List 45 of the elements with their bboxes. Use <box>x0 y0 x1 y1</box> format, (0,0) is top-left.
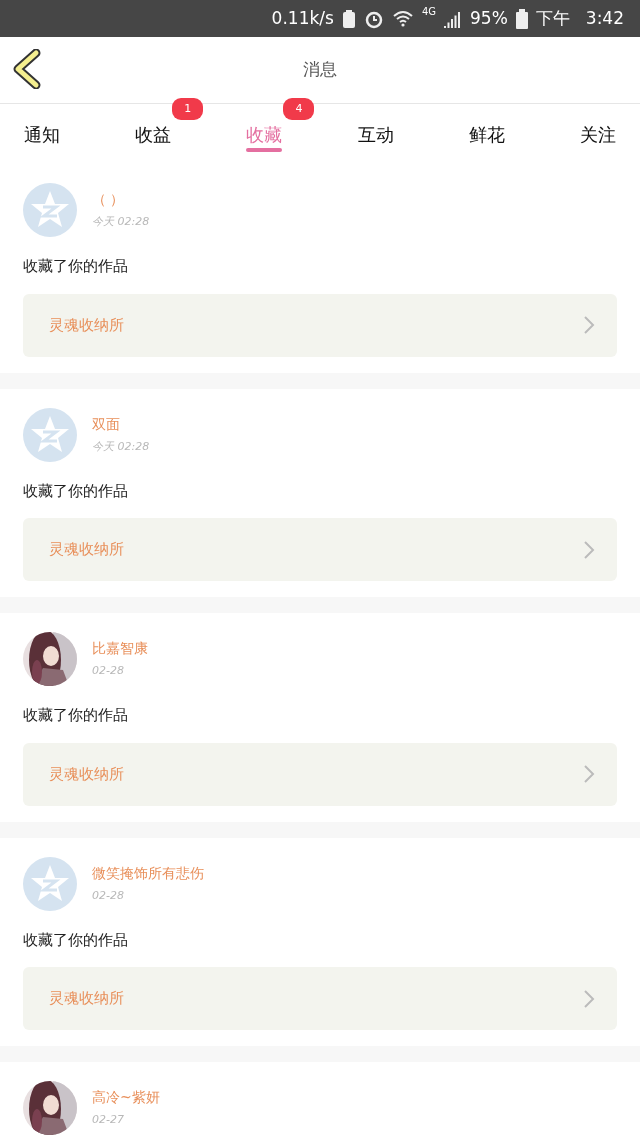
tab-badge: 4 <box>283 98 315 120</box>
tab-indicator <box>246 148 283 152</box>
tab[interactable]: 关注 <box>571 120 624 148</box>
user-name[interactable]: （ ） <box>92 189 150 211</box>
tab[interactable]: 收藏 <box>238 120 291 148</box>
default-avatar-icon <box>23 856 77 911</box>
message-time: 02-28 <box>92 887 125 904</box>
tab[interactable]: 通知 <box>16 120 68 148</box>
wifi-icon <box>391 9 414 28</box>
battery-saver-icon <box>341 8 356 29</box>
message-time: 今天 02:28 <box>92 214 150 231</box>
battery-level: 95% <box>470 6 508 30</box>
tab-badge: 1 <box>172 98 204 120</box>
message-text: 收藏了你的作品 <box>23 705 129 726</box>
user-name[interactable]: 比嘉智康 <box>92 638 148 660</box>
default-avatar-icon <box>23 183 77 237</box>
work-link[interactable]: 灵魂收纳所 <box>23 742 617 806</box>
clock: 3:42 <box>585 6 624 30</box>
time-period: 下午 <box>535 6 570 30</box>
user-name[interactable]: 双面 <box>92 413 150 435</box>
default-avatar-icon <box>23 407 77 462</box>
back-button[interactable] <box>12 49 42 89</box>
message-text: 收藏了你的作品 <box>23 929 129 951</box>
message-text: 收藏了你的作品 <box>23 256 129 277</box>
work-link[interactable]: 灵魂收纳所 <box>23 967 617 1030</box>
network-type: 4G <box>421 5 436 19</box>
page-title: 消息 <box>303 58 337 82</box>
work-link[interactable]: 灵魂收纳所 <box>23 518 617 581</box>
tab[interactable]: 鲜花 <box>460 120 513 148</box>
chevron-right-icon <box>583 539 595 560</box>
message-time: 02-28 <box>92 663 125 680</box>
chevron-right-icon <box>583 315 595 335</box>
signal-icon <box>444 9 462 28</box>
user-name[interactable]: 微笑掩饰所有悲伤 <box>92 862 204 884</box>
chevron-right-icon <box>583 988 595 1009</box>
message-text: 收藏了你的作品 <box>23 480 129 502</box>
message-time: 02-27 <box>92 1112 125 1129</box>
user-name[interactable]: 高冷~紫妍 <box>92 1087 160 1109</box>
chevron-right-icon <box>583 764 595 784</box>
network-speed: 0.11k/s <box>271 6 334 30</box>
battery-icon <box>515 8 528 29</box>
work-link[interactable]: 灵魂收纳所 <box>23 293 617 357</box>
tab[interactable]: 收益 <box>127 120 180 148</box>
message-time: 今天 02:28 <box>92 438 150 455</box>
tab[interactable]: 互动 <box>349 120 402 148</box>
